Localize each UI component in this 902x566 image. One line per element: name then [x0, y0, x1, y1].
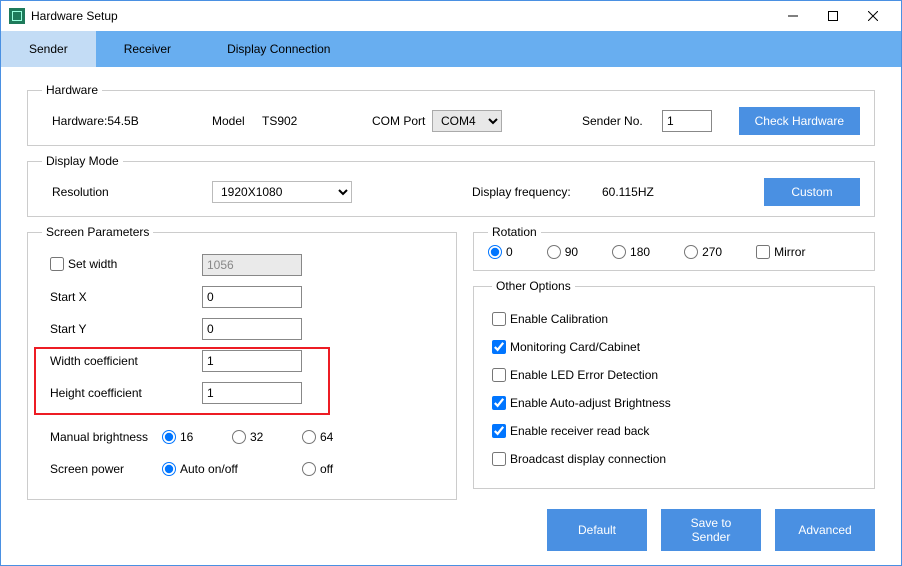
width-coef-input[interactable]	[202, 350, 302, 372]
display-frequency-value: 60.115HZ	[602, 185, 702, 199]
led-error-detection-checkbox[interactable]: Enable LED Error Detection	[492, 361, 856, 389]
com-port-select[interactable]: COM4	[432, 110, 502, 132]
manual-brightness-label: Manual brightness	[42, 430, 162, 444]
set-width-input	[202, 254, 302, 276]
hardware-legend: Hardware	[42, 83, 102, 97]
tab-receiver[interactable]: Receiver	[96, 31, 199, 67]
screen-power-label: Screen power	[42, 462, 162, 476]
close-button[interactable]	[853, 2, 893, 30]
model-value: TS902	[262, 114, 372, 128]
brightness-64-radio[interactable]: 64	[302, 430, 372, 444]
power-off-radio[interactable]: off	[302, 462, 372, 476]
width-coef-label: Width coefficient	[42, 354, 202, 368]
check-hardware-button[interactable]: Check Hardware	[739, 107, 860, 135]
rotation-270-radio[interactable]: 270	[684, 245, 722, 259]
height-coef-input[interactable]	[202, 382, 302, 404]
display-mode-group: Display Mode Resolution 1920X1080 Displa…	[27, 154, 875, 217]
rotation-0-radio[interactable]: 0	[488, 245, 513, 259]
set-width-checkbox[interactable]: Set width	[50, 257, 117, 271]
mirror-checkbox[interactable]: Mirror	[756, 245, 805, 259]
advanced-button[interactable]: Advanced	[775, 509, 875, 551]
tab-display-connection[interactable]: Display Connection	[199, 31, 358, 67]
enable-calibration-checkbox[interactable]: Enable Calibration	[492, 305, 856, 333]
receiver-read-back-checkbox[interactable]: Enable receiver read back	[492, 417, 856, 445]
power-auto-radio[interactable]: Auto on/off	[162, 462, 302, 476]
save-to-sender-button[interactable]: Save to Sender	[661, 509, 761, 551]
start-x-label: Start X	[42, 290, 202, 304]
maximize-button[interactable]	[813, 2, 853, 30]
tab-bar: Sender Receiver Display Connection	[1, 31, 901, 67]
brightness-32-radio[interactable]: 32	[232, 430, 302, 444]
app-icon	[9, 8, 25, 24]
other-options-legend: Other Options	[492, 279, 575, 293]
sender-no-label: Sender No.	[582, 114, 662, 128]
rotation-group: Rotation 0 90 180 270 Mirror	[473, 225, 875, 271]
screen-parameters-group: Screen Parameters Set width Start X Star…	[27, 225, 457, 500]
auto-adjust-brightness-checkbox[interactable]: Enable Auto-adjust Brightness	[492, 389, 856, 417]
height-coef-label: Height coefficient	[42, 386, 202, 400]
hardware-version: Hardware:54.5B	[42, 114, 212, 128]
hardware-group: Hardware Hardware:54.5B Model TS902 COM …	[27, 83, 875, 146]
custom-button[interactable]: Custom	[764, 178, 860, 206]
rotation-180-radio[interactable]: 180	[612, 245, 650, 259]
start-x-input[interactable]	[202, 286, 302, 308]
sender-no-input[interactable]	[662, 110, 712, 132]
start-y-label: Start Y	[42, 322, 202, 336]
other-options-group: Other Options Enable Calibration Monitor…	[473, 279, 875, 489]
start-y-input[interactable]	[202, 318, 302, 340]
brightness-16-radio[interactable]: 16	[162, 430, 232, 444]
rotation-90-radio[interactable]: 90	[547, 245, 578, 259]
model-label: Model	[212, 114, 262, 128]
titlebar: Hardware Setup	[1, 1, 901, 31]
rotation-legend: Rotation	[488, 225, 541, 239]
minimize-button[interactable]	[773, 2, 813, 30]
broadcast-display-checkbox[interactable]: Broadcast display connection	[492, 445, 856, 473]
monitoring-card-checkbox[interactable]: Monitoring Card/Cabinet	[492, 333, 856, 361]
resolution-label: Resolution	[42, 185, 212, 199]
screen-parameters-legend: Screen Parameters	[42, 225, 153, 239]
resolution-select[interactable]: 1920X1080	[212, 181, 352, 203]
display-mode-legend: Display Mode	[42, 154, 123, 168]
tab-sender[interactable]: Sender	[1, 31, 96, 67]
com-port-label: COM Port	[372, 114, 432, 128]
default-button[interactable]: Default	[547, 509, 647, 551]
display-frequency-label: Display frequency:	[472, 185, 602, 199]
window-title: Hardware Setup	[31, 9, 773, 23]
